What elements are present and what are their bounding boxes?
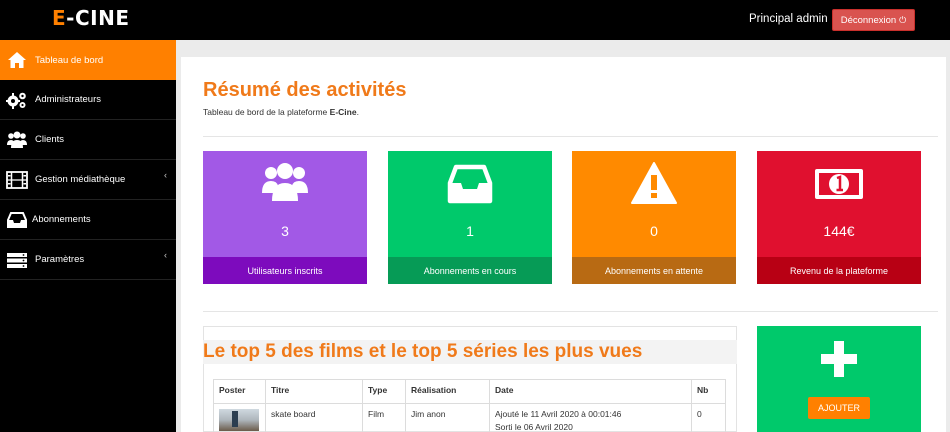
column-header: Date: [489, 379, 692, 404]
stat-value: 144€: [823, 223, 855, 239]
column-header: Titre: [265, 379, 363, 404]
stat-card-pending-subscriptions[interactable]: 0 Abonnements en attente: [572, 151, 736, 284]
stat-card-active-subscriptions[interactable]: 1 Abonnements en cours: [388, 151, 552, 284]
divider: [203, 311, 938, 312]
sidebar-item-settings[interactable]: Paramètres ‹: [0, 240, 176, 280]
table-row[interactable]: skate board Film Jim anon Ajouté le 11 A…: [213, 403, 726, 432]
sidebar-item-label: Abonnements: [32, 214, 91, 225]
stat-value: 1: [466, 223, 474, 239]
logout-button[interactable]: Déconnexion ⏻: [832, 9, 915, 31]
film-icon: [6, 171, 28, 189]
column-header: Poster: [213, 379, 266, 404]
sidebar-item-dashboard[interactable]: Tableau de bord: [0, 40, 176, 80]
sidebar-item-subscriptions[interactable]: Abonnements: [0, 200, 176, 240]
type-cell: Film: [362, 403, 406, 432]
date-added: Ajouté le 11 Avril 2020 à 00:01:46: [495, 409, 622, 419]
divider: [203, 136, 938, 137]
chevron-left-icon: ‹: [164, 250, 167, 260]
date-cell: Ajouté le 11 Avril 2020 à 00:01:46 Sorti…: [489, 403, 692, 432]
poster-cell: [213, 403, 266, 432]
stat-label: Revenu de la plateforme: [757, 257, 921, 284]
sidebar-item-administrators[interactable]: Administrateurs: [0, 80, 176, 120]
users-icon: [7, 131, 27, 148]
gears-icon: [6, 92, 26, 109]
home-icon: [8, 52, 26, 68]
stat-card-users[interactable]: 3 Utilisateurs inscrits: [203, 151, 367, 284]
poster-thumbnail[interactable]: [219, 409, 259, 431]
plus-icon: [821, 341, 857, 377]
top-bar: E-CINE Principal admin Déconnexion ⏻: [0, 0, 950, 40]
page-title: Résumé des activités: [203, 79, 407, 101]
stat-value: 3: [281, 223, 289, 239]
stat-label: Abonnements en attente: [572, 257, 736, 284]
warning-icon: [631, 162, 677, 204]
title-cell: skate board: [265, 403, 363, 432]
sidebar-item-label: Clients: [35, 134, 65, 145]
inbox-icon: [7, 212, 27, 228]
users-icon: [262, 163, 308, 201]
money-icon: [815, 169, 863, 199]
top5-table: Poster Titre Type Réalisation Date Nb sk…: [213, 379, 726, 432]
logout-label: Déconnexion: [840, 14, 897, 26]
sidebar-item-label: Administrateurs: [35, 94, 101, 105]
stat-label: Utilisateurs inscrits: [203, 257, 367, 284]
stat-card-revenue[interactable]: 144€ Revenu de la plateforme: [757, 151, 921, 284]
sidebar-item-media[interactable]: Gestion médiathèque ‹: [0, 160, 176, 200]
inbox-icon: [447, 164, 493, 204]
server-icon: [7, 253, 27, 268]
column-header: Type: [362, 379, 406, 404]
director-cell: Jim anon: [405, 403, 490, 432]
column-header: Réalisation: [405, 379, 490, 404]
top5-title: Le top 5 des films et le top 5 séries le…: [203, 340, 737, 364]
date-released: Sorti le 06 Avril 2020: [495, 422, 573, 432]
column-header: Nb: [691, 379, 726, 404]
sidebar: Tableau de bord Administrateurs Clients …: [0, 40, 176, 432]
stat-value: 0: [650, 223, 658, 239]
app-logo[interactable]: E-CINE: [52, 6, 130, 30]
table-header-row: Poster Titre Type Réalisation Date Nb: [213, 379, 726, 404]
power-icon: ⏻: [899, 14, 907, 25]
sidebar-item-label: Tableau de bord: [35, 54, 104, 66]
add-button[interactable]: AJOUTER: [808, 397, 870, 419]
stat-label: Abonnements en cours: [388, 257, 552, 284]
sidebar-item-clients[interactable]: Clients: [0, 120, 176, 160]
views-cell: 0: [691, 403, 726, 432]
sidebar-item-label: Gestion médiathèque: [35, 174, 126, 185]
sidebar-item-label: Paramètres: [35, 254, 85, 265]
admin-name: Principal admin: [749, 13, 828, 25]
page-subtitle: Tableau de bord de la plateforme E-Cine.: [203, 107, 359, 117]
chevron-left-icon: ‹: [164, 170, 167, 180]
